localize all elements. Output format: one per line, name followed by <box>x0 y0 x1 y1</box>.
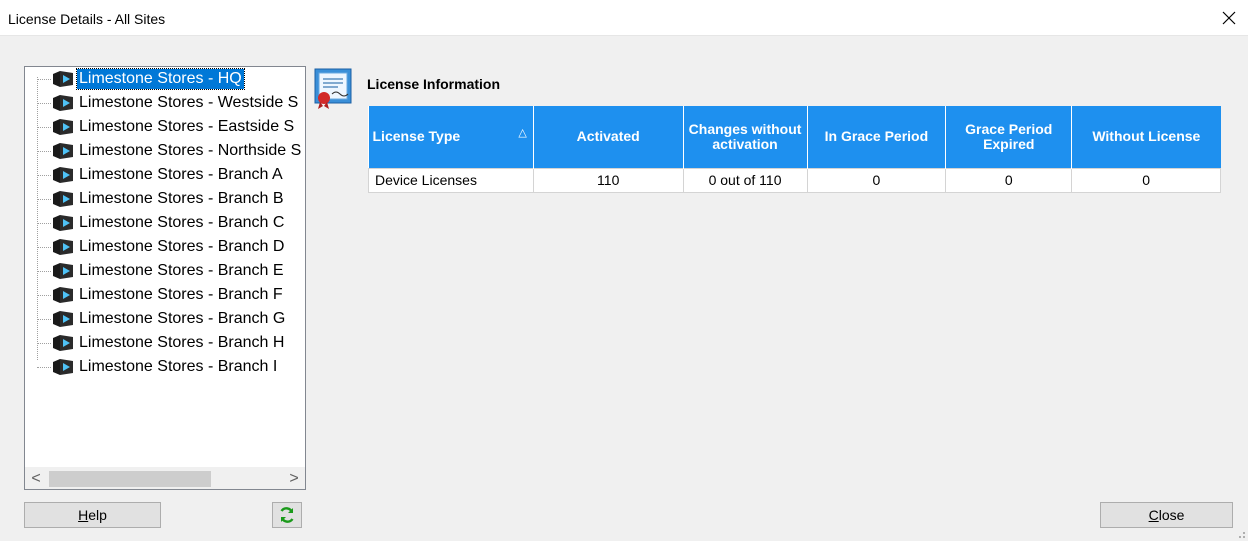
tree-item[interactable]: Limestone Stores - Branch G <box>37 308 305 330</box>
tree-item-label: Limestone Stores - Branch F <box>79 286 283 303</box>
license-info-title: License Information <box>367 76 501 92</box>
horizontal-scrollbar[interactable]: < > <box>25 467 305 489</box>
tree-item[interactable]: Limestone Stores - HQ <box>37 68 305 90</box>
tree-item[interactable]: Limestone Stores - Westside S <box>37 92 305 114</box>
tree-item[interactable]: Limestone Stores - Branch H <box>37 332 305 354</box>
tree-item-label: Limestone Stores - Branch D <box>79 238 285 255</box>
cell-license-type: Device Licenses <box>368 167 534 193</box>
column-header-without-license[interactable]: Without License <box>1071 106 1221 168</box>
store-icon <box>51 94 75 112</box>
column-header-in-grace-period[interactable]: In Grace Period <box>807 106 947 168</box>
column-header-changes-without-activation[interactable]: Changes without activation <box>683 106 808 168</box>
tree-item[interactable]: Limestone Stores - Branch B <box>37 188 305 210</box>
tree-item-label: Limestone Stores - Branch G <box>79 310 286 327</box>
tree-item[interactable]: Limestone Stores - Branch D <box>37 236 305 258</box>
tree-item[interactable]: Limestone Stores - Northside S <box>37 140 305 162</box>
sort-ascending-icon: △ <box>518 127 527 139</box>
cell-activated: 110 <box>532 167 684 193</box>
tree-item[interactable]: Limestone Stores - Branch E <box>37 260 305 282</box>
close-label-rest: lose <box>1158 507 1185 523</box>
tree-item-label: Limestone Stores - Westside S <box>79 94 299 111</box>
cell-grace-period-expired: 0 <box>945 167 1073 193</box>
tree-connector <box>37 174 51 176</box>
help-mnemonic: H <box>78 507 89 523</box>
store-icon <box>51 238 75 256</box>
column-header-label: License Type <box>372 128 461 145</box>
cell-changes-without-activation: 0 out of 110 <box>682 167 808 193</box>
store-icon <box>51 142 75 160</box>
column-header-grace-period-expired[interactable]: Grace Period Expired <box>945 106 1073 168</box>
title-bar: License Details - All Sites <box>0 0 1248 36</box>
store-icon <box>51 214 75 232</box>
column-header-license-type[interactable]: License Type △ <box>368 106 534 168</box>
close-mnemonic: C <box>1148 507 1159 523</box>
tree-item[interactable]: Limestone Stores - Eastside S <box>37 116 305 138</box>
tree-item-label: Limestone Stores - HQ <box>76 68 245 90</box>
resize-grip-icon[interactable] <box>1236 529 1246 539</box>
site-tree[interactable]: Limestone Stores - HQ Limestone Stores - … <box>24 66 306 490</box>
scroll-left-arrow[interactable]: < <box>25 468 47 489</box>
cell-without-license: 0 <box>1071 167 1221 193</box>
store-icon <box>51 262 75 280</box>
license-table: License Type △ Activated Changes without… <box>368 106 1221 193</box>
refresh-button[interactable] <box>272 502 302 528</box>
help-label-rest: elp <box>88 507 107 523</box>
tree-connector <box>37 246 51 248</box>
tree-item-label: Limestone Stores - Eastside S <box>79 118 295 135</box>
tree-connector <box>37 78 51 80</box>
tree-connector <box>37 270 51 272</box>
tree-connector <box>37 366 51 368</box>
tree-item[interactable]: Limestone Stores - Branch I <box>37 356 305 378</box>
store-icon <box>51 358 75 376</box>
tree-connector <box>37 342 51 344</box>
help-button[interactable]: Help <box>24 502 161 528</box>
certificate-icon <box>314 68 358 110</box>
table-row[interactable]: Device Licenses 110 0 out of 110 0 0 0 <box>368 167 1221 193</box>
column-header-activated[interactable]: Activated <box>533 106 684 168</box>
tree-item-label: Limestone Stores - Branch I <box>79 358 278 375</box>
cell-in-grace-period: 0 <box>806 167 947 193</box>
tree-item-label: Limestone Stores - Branch E <box>79 262 284 279</box>
tree-item-label: Limestone Stores - Branch C <box>79 214 285 231</box>
store-icon <box>51 286 75 304</box>
table-header-row: License Type △ Activated Changes without… <box>368 106 1221 168</box>
tree-item[interactable]: Limestone Stores - Branch F <box>37 284 305 306</box>
store-icon <box>51 70 75 88</box>
tree-item-label: Limestone Stores - Branch A <box>79 166 283 183</box>
tree-item-label: Limestone Stores - Northside S <box>79 142 302 159</box>
refresh-icon <box>280 507 294 523</box>
close-button[interactable]: Close <box>1100 502 1233 528</box>
store-icon <box>51 166 75 184</box>
store-icon <box>51 118 75 136</box>
tree-item[interactable]: Limestone Stores - Branch C <box>37 212 305 234</box>
window-title: License Details - All Sites <box>8 11 166 27</box>
tree-connector <box>37 150 51 152</box>
tree-connector <box>37 294 51 296</box>
tree-connector <box>37 198 51 200</box>
store-icon <box>51 190 75 208</box>
tree-connector <box>37 222 51 224</box>
tree-item[interactable]: Limestone Stores - Branch A <box>37 164 305 186</box>
tree-item-label: Limestone Stores - Branch B <box>79 190 284 207</box>
store-icon <box>51 310 75 328</box>
tree-item-label: Limestone Stores - Branch H <box>79 334 285 351</box>
tree-connector <box>37 126 51 128</box>
tree-connector <box>37 318 51 320</box>
store-icon <box>51 334 75 352</box>
tree-connector <box>37 102 51 104</box>
scroll-thumb[interactable] <box>49 471 211 487</box>
scroll-right-arrow[interactable]: > <box>283 468 305 489</box>
close-icon[interactable] <box>1216 5 1242 31</box>
